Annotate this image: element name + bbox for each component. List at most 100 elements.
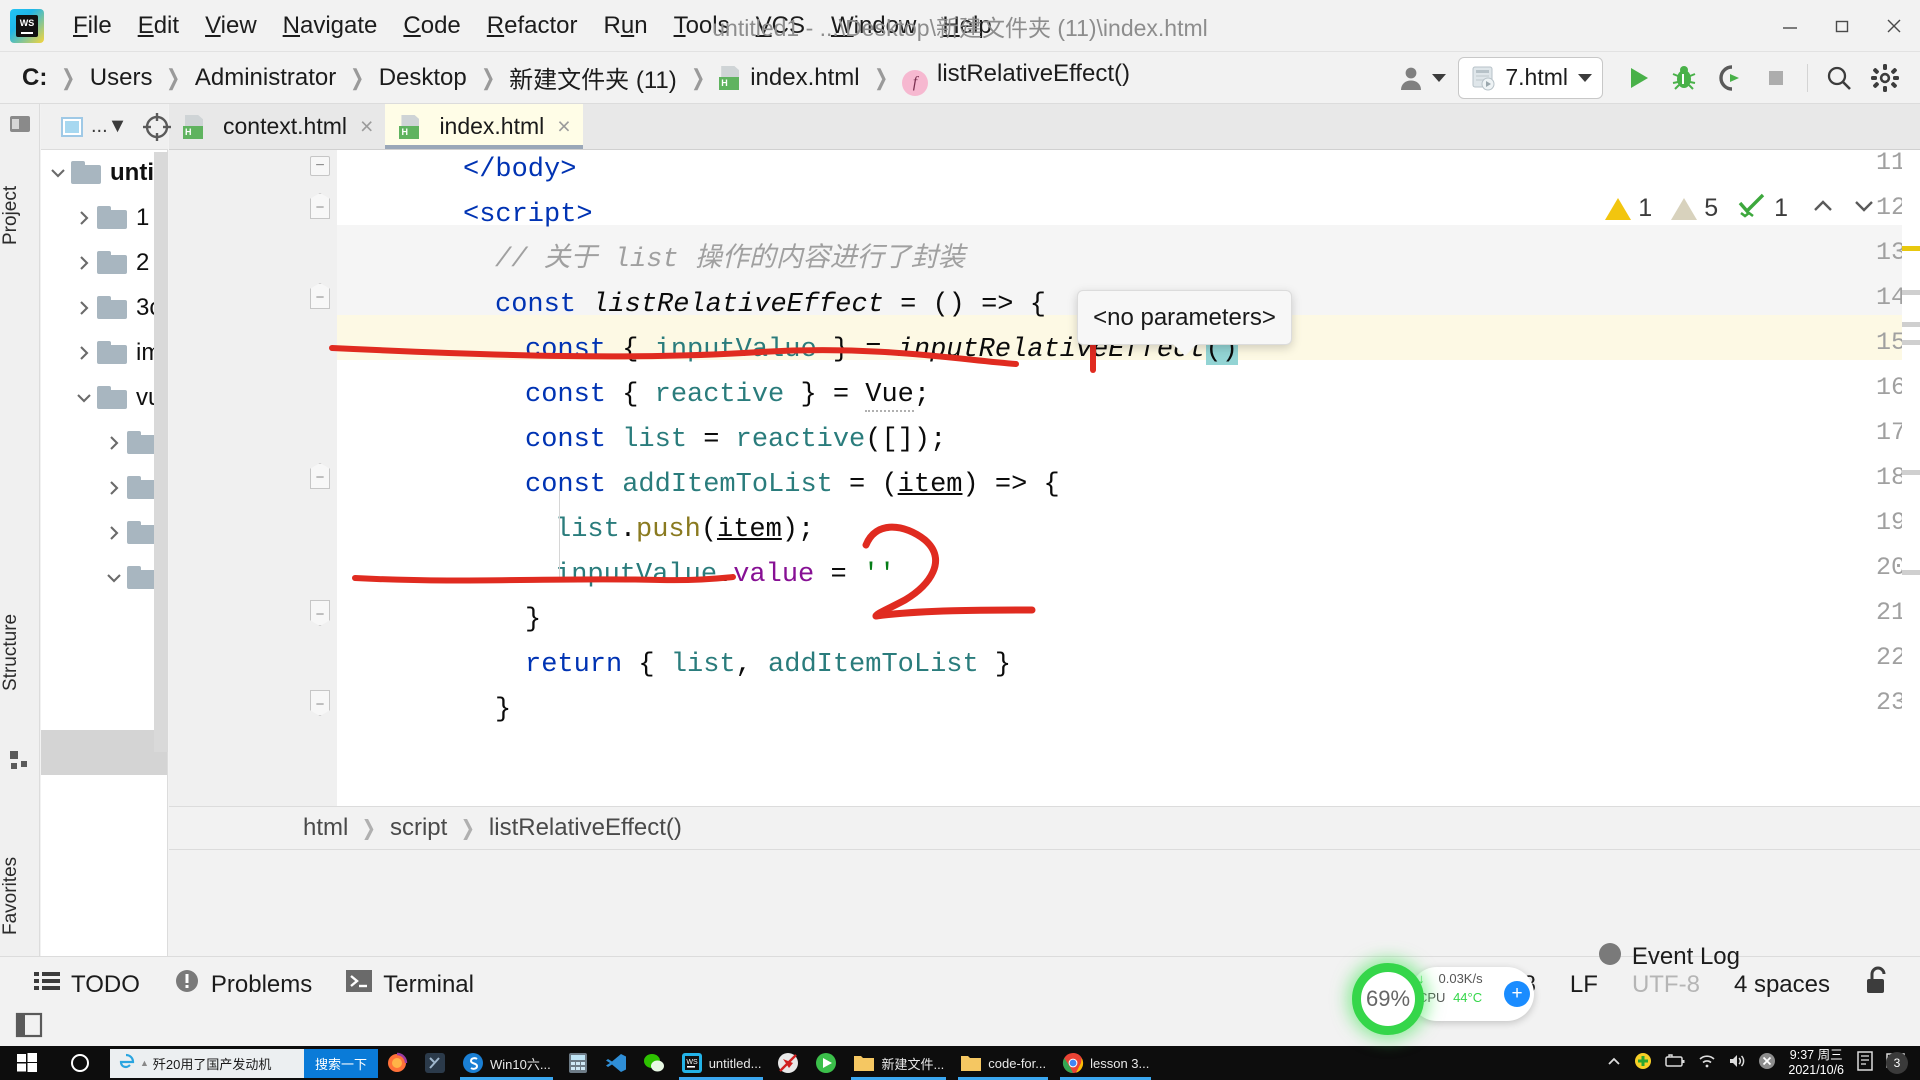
cpu-monitor-card[interactable]: ↓ 0.03K/s CPU 44°C + — [1410, 967, 1534, 1021]
chevron-up-icon[interactable] — [1809, 194, 1837, 223]
battery-icon[interactable] — [1664, 1053, 1686, 1073]
status-indent[interactable]: 4 spaces — [1734, 971, 1830, 999]
taskbar-app-editor[interactable] — [416, 1046, 454, 1080]
settings-button[interactable] — [1862, 55, 1908, 101]
tab-context-html[interactable]: H context.html × — [169, 104, 386, 149]
tree-node-vue[interactable]: vue — [41, 375, 167, 420]
taskbar-app-folder-2[interactable]: code-for... — [952, 1046, 1054, 1080]
close-icon[interactable]: × — [557, 113, 570, 140]
project-tree-panel[interactable]: untitl 1 2 3cl im v — [41, 150, 168, 956]
start-icon[interactable] — [0, 1053, 54, 1073]
stripe-marker-weak-4[interactable] — [1902, 470, 1920, 475]
error-stripe-track[interactable] — [1902, 150, 1920, 806]
close-icon[interactable]: × — [360, 113, 373, 140]
editor-crumb-html[interactable]: html — [303, 814, 348, 842]
minimize-icon[interactable] — [1764, 0, 1816, 52]
notes-icon[interactable] — [1856, 1050, 1874, 1076]
taskbar-app-folder-1[interactable]: 新建文件... — [845, 1046, 952, 1080]
chevron-right-icon[interactable] — [103, 522, 125, 544]
show-tool-windows-icon[interactable] — [14, 1010, 44, 1045]
taskbar-app-no-sound[interactable] — [769, 1046, 807, 1080]
menu-edit[interactable]: Edit — [125, 10, 192, 42]
tree-node-3cl[interactable]: 3cl — [41, 285, 167, 330]
user-profile-button[interactable] — [1396, 55, 1447, 101]
search-dropdown-icon[interactable]: ▲ — [140, 1058, 149, 1068]
run-configuration-selector[interactable]: 7.html — [1458, 56, 1603, 99]
expand-button[interactable]: + — [1504, 981, 1530, 1007]
scroll-from-source-icon[interactable] — [142, 112, 172, 142]
cpu-usage-ring[interactable]: 69% — [1352, 963, 1424, 1035]
menu-refactor[interactable]: Refactor — [474, 10, 591, 42]
run-with-coverage-button[interactable] — [1707, 55, 1753, 101]
chevron-down-icon[interactable] — [73, 387, 95, 409]
menu-file[interactable]: FFileile — [60, 10, 125, 42]
tree-node-child-2[interactable] — [41, 465, 167, 510]
taskbar-clock[interactable]: 9:37 周三 2021/10/6 — [1788, 1048, 1844, 1078]
tree-node-selected[interactable] — [41, 730, 167, 775]
code-editor[interactable]: 11 12 13 14 15 16 17 18 19 20 21 22 23 −… — [169, 150, 1920, 806]
search-everywhere-button[interactable] — [1816, 55, 1862, 101]
chevron-right-icon[interactable] — [103, 477, 125, 499]
stripe-marker-weak-5[interactable] — [1902, 570, 1920, 575]
breadcrumb-folder[interactable]: 新建文件夹 (11) — [509, 60, 677, 95]
tree-node-child-4[interactable] — [41, 555, 167, 600]
taskbar-app-vscode[interactable] — [597, 1046, 635, 1080]
project-scrollbar[interactable] — [154, 152, 168, 752]
chevron-right-icon[interactable] — [73, 297, 95, 319]
breadcrumb-function[interactable]: f listRelativeEffect() — [902, 60, 1130, 96]
taskbar-app-wechat[interactable] — [635, 1046, 673, 1080]
search-button[interactable]: 搜索一下 — [304, 1048, 378, 1078]
taskbar-app-media-player[interactable] — [807, 1046, 845, 1080]
security-icon[interactable] — [1634, 1052, 1652, 1075]
taskbar-app-chrome[interactable]: lesson 3... — [1054, 1046, 1157, 1080]
notification-center-icon[interactable]: 3 — [1886, 1050, 1912, 1076]
tool-window-problems[interactable]: Problems — [174, 968, 312, 1001]
editor-gutter[interactable] — [169, 150, 300, 806]
code-content[interactable]: </body> <script> // 关于 list 操作的内容进行了封装 c… — [337, 150, 1920, 806]
status-line-separator[interactable]: LF — [1570, 971, 1598, 999]
chevron-down-icon[interactable] — [47, 162, 69, 184]
taskbar-app-firefox[interactable] — [378, 1046, 416, 1080]
inspection-widget[interactable]: 1 5 1 — [1605, 192, 1878, 225]
unlocked-icon[interactable] — [1864, 966, 1890, 1003]
stop-button[interactable] — [1753, 55, 1799, 101]
maximize-icon[interactable] — [1816, 0, 1868, 52]
tool-window-todo[interactable]: TODO — [34, 970, 140, 999]
chevron-right-icon[interactable] — [103, 432, 125, 454]
debug-button[interactable] — [1661, 55, 1707, 101]
sidebar-item-structure[interactable]: Structure — [0, 562, 40, 742]
volume-icon[interactable] — [1728, 1053, 1746, 1074]
breadcrumb-users[interactable]: Users — [90, 64, 153, 92]
chevron-right-icon[interactable] — [73, 342, 95, 364]
stripe-marker-weak-1[interactable] — [1902, 290, 1920, 295]
breadcrumb-desktop[interactable]: Desktop — [379, 64, 467, 92]
tab-index-html[interactable]: H index.html × — [385, 104, 583, 149]
menu-navigate[interactable]: Navigate — [270, 10, 391, 42]
cortana-icon[interactable] — [54, 1053, 106, 1073]
stripe-marker-weak-2[interactable] — [1902, 322, 1920, 327]
editor-crumb-script[interactable]: script — [390, 814, 447, 842]
sidebar-item-project[interactable]: Project — [0, 140, 40, 290]
taskbar-app-sogou[interactable]: Win10六... — [454, 1046, 559, 1080]
tool-window-event-log[interactable]: Event Log — [1597, 941, 1740, 972]
menu-code[interactable]: Code — [390, 10, 473, 42]
taskbar-app-calculator[interactable] — [559, 1046, 597, 1080]
wifi-icon[interactable] — [1698, 1053, 1716, 1074]
show-hidden-icons[interactable] — [1606, 1054, 1622, 1073]
tree-node-child-1[interactable] — [41, 420, 167, 465]
search-input[interactable]: ▲ 歼20用了国产发动机 搜索一下 — [110, 1048, 378, 1078]
run-button[interactable] — [1615, 55, 1661, 101]
menu-run[interactable]: Run — [591, 10, 661, 42]
breadcrumb-drive[interactable]: C: — [22, 64, 47, 92]
status-encoding[interactable]: UTF-8 — [1632, 971, 1700, 999]
tree-node-img[interactable]: im — [41, 330, 167, 375]
chevron-right-icon[interactable] — [73, 207, 95, 229]
taskbar-app-webstorm[interactable]: WS untitled... — [673, 1046, 770, 1080]
project-view-selector[interactable]: ...▼ — [91, 115, 127, 138]
tool-window-terminal[interactable]: Terminal — [346, 969, 474, 1000]
sync-blocked-icon[interactable] — [1758, 1052, 1776, 1075]
fold-marker-body[interactable]: − — [310, 156, 330, 176]
close-icon[interactable] — [1868, 0, 1920, 52]
tree-node-untitled[interactable]: untitl — [41, 150, 167, 195]
tree-node-1[interactable]: 1 — [41, 195, 167, 240]
